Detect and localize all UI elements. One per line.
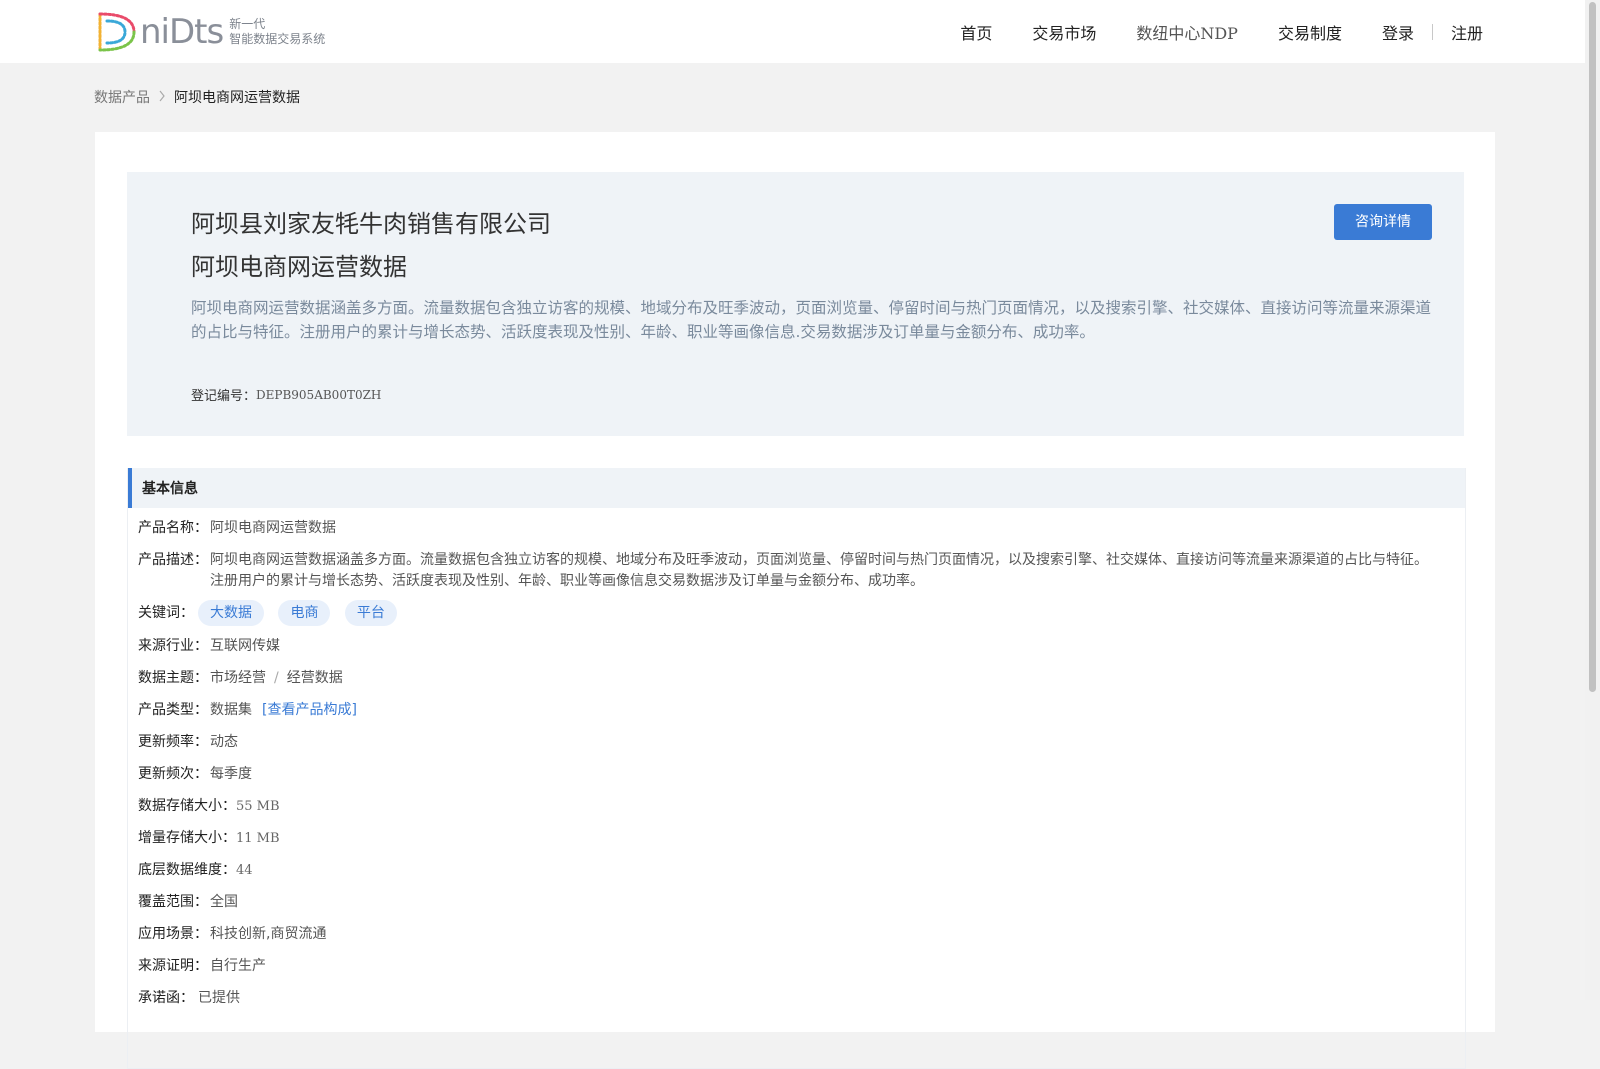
breadcrumb-parent-link[interactable]: 数据产品 [94, 87, 150, 107]
scenario-value: 科技创新,商贸流通 [210, 926, 327, 942]
row-industry: 来源行业： 互联网传媒 [138, 636, 1448, 657]
freq-value: 动态 [210, 734, 238, 750]
login-link[interactable]: 登录 [1382, 20, 1414, 44]
logo-tagline-line1: 新一代 [229, 17, 266, 31]
basic-info-header: 基本信息 [128, 468, 1465, 508]
nav-market[interactable]: 交易市场 [1032, 20, 1096, 44]
company-name: 阿坝县刘家友牦牛肉销售有限公司 [191, 210, 551, 238]
type-label: 产品类型： [138, 702, 208, 718]
page-scrollbar[interactable] [1585, 0, 1600, 1000]
basic-info-section: 基本信息 产品名称： 阿坝电商网运营数据 产品描述： 阿坝电商网运营数据涵盖多方… [127, 468, 1466, 1069]
row-product-desc: 产品描述： 阿坝电商网运营数据涵盖多方面。流量数据包含独立访客的规模、地域分布及… [138, 550, 1448, 592]
commit-label: 承诺函： [138, 990, 194, 1006]
breadcrumb-current: 阿坝电商网运营数据 [174, 90, 300, 106]
row-storage-size: 数据存储大小： 55 MB [138, 796, 1448, 817]
row-product-name: 产品名称： 阿坝电商网运营数据 [138, 518, 1448, 539]
nav-ndp-center[interactable]: 数纽中心NDP [1136, 20, 1238, 44]
proof-value: 自行生产 [210, 958, 266, 974]
scenario-label: 应用场景： [138, 926, 208, 942]
row-commitment: 承诺函： 已提供 [138, 988, 1448, 1009]
dims-value: 44 [236, 863, 253, 878]
keywords-list: 大数据 电商 平台 [198, 600, 407, 626]
register-link[interactable]: 注册 [1451, 20, 1483, 44]
industry-value: 互联网传媒 [210, 638, 280, 654]
nav-rules[interactable]: 交易制度 [1278, 20, 1342, 44]
inc-storage-label: 增量存储大小： [138, 830, 236, 846]
row-source-proof: 来源证明： 自行生产 [138, 956, 1448, 977]
keyword-tag[interactable]: 平台 [344, 600, 397, 626]
dims-label: 底层数据维度： [138, 862, 236, 878]
row-scenario: 应用场景： 科技创新,商贸流通 [138, 924, 1448, 945]
row-theme: 数据主题： 市场经营 / 经营数据 [138, 668, 1448, 689]
freq-label: 更新频率： [138, 734, 208, 750]
row-update-times: 更新频次： 每季度 [138, 764, 1448, 785]
nav-home[interactable]: 首页 [960, 20, 992, 44]
proof-label: 来源证明： [138, 958, 208, 974]
product-hero-panel: 阿坝县刘家友牦牛肉销售有限公司 阿坝电商网运营数据 阿坝电商网运营数据涵盖多方面… [127, 172, 1464, 436]
keyword-tag[interactable]: 大数据 [198, 600, 264, 626]
view-composition-link[interactable]: [查看产品构成] [262, 700, 357, 721]
registration-value: DEPB905AB00T0ZH [256, 387, 382, 402]
row-incremental-storage: 增量存储大小： 11 MB [138, 828, 1448, 849]
product-name-label: 产品名称： [138, 520, 208, 536]
top-navigation-bar: niDts 新一代 智能数据交易系统 首页 交易市场 数纽中心NDP 交易制度 … [0, 0, 1585, 63]
site-logo[interactable]: niDts 新一代 智能数据交易系统 [94, 11, 325, 53]
row-data-dimensions: 底层数据维度： 44 [138, 860, 1448, 881]
logo-tagline-line2: 智能数据交易系统 [229, 32, 326, 46]
commit-value: 已提供 [198, 990, 240, 1006]
product-desc-value: 阿坝电商网运营数据涵盖多方面。流量数据包含独立访客的规模、地域分布及旺季波动，页… [210, 552, 1428, 589]
registration-label: 登记编号： [191, 389, 257, 404]
row-coverage: 覆盖范围： 全国 [138, 892, 1448, 913]
chevron-right-icon [158, 90, 166, 105]
type-value: 数据集 [210, 702, 252, 718]
breadcrumb: 数据产品 阿坝电商网运营数据 [94, 87, 300, 107]
theme-main-value: 市场经营 [210, 670, 266, 686]
times-label: 更新频次： [138, 766, 208, 782]
product-summary: 阿坝电商网运营数据涵盖多方面。流量数据包含独立访客的规模、地域分布及旺季波动，页… [191, 299, 1432, 341]
inc-storage-value: 11 MB [236, 831, 280, 846]
product-desc-label: 产品描述： [138, 552, 208, 568]
coverage-label: 覆盖范围： [138, 894, 208, 910]
registration-number: 登记编号： DEPB905AB00T0ZH [191, 385, 382, 405]
coverage-value: 全国 [210, 894, 238, 910]
row-keywords: 关键词： 大数据 电商 平台 [138, 600, 1448, 626]
storage-label: 数据存储大小： [138, 798, 236, 814]
row-update-frequency: 更新频率： 动态 [138, 732, 1448, 753]
theme-separator: / [274, 670, 279, 686]
industry-label: 来源行业： [138, 638, 208, 654]
product-name-value: 阿坝电商网运营数据 [210, 520, 336, 536]
keywords-label: 关键词： [138, 605, 194, 621]
theme-sub-value: 经营数据 [286, 670, 343, 686]
main-nav: 首页 交易市场 数纽中心NDP 交易制度 登录 注册 [920, 18, 1483, 46]
consult-details-button[interactable]: 咨询详情 [1334, 204, 1432, 240]
logo-d-mark-icon [98, 12, 136, 52]
product-title: 阿坝电商网运营数据 [191, 253, 407, 281]
logo-tagline: 新一代 智能数据交易系统 [229, 17, 325, 47]
theme-label: 数据主题： [138, 670, 208, 686]
logo-wordmark: niDts [140, 12, 224, 52]
nav-divider [1431, 24, 1433, 40]
storage-value: 55 MB [236, 799, 280, 814]
times-value: 每季度 [210, 766, 252, 782]
keyword-tag[interactable]: 电商 [278, 600, 331, 626]
scrollbar-thumb[interactable] [1589, 2, 1596, 692]
basic-info-title: 基本信息 [142, 481, 198, 497]
row-product-type: 产品类型： 数据集 [查看产品构成] [138, 700, 1448, 721]
product-detail-card: 阿坝县刘家友牦牛肉销售有限公司 阿坝电商网运营数据 阿坝电商网运营数据涵盖多方面… [95, 132, 1495, 1069]
